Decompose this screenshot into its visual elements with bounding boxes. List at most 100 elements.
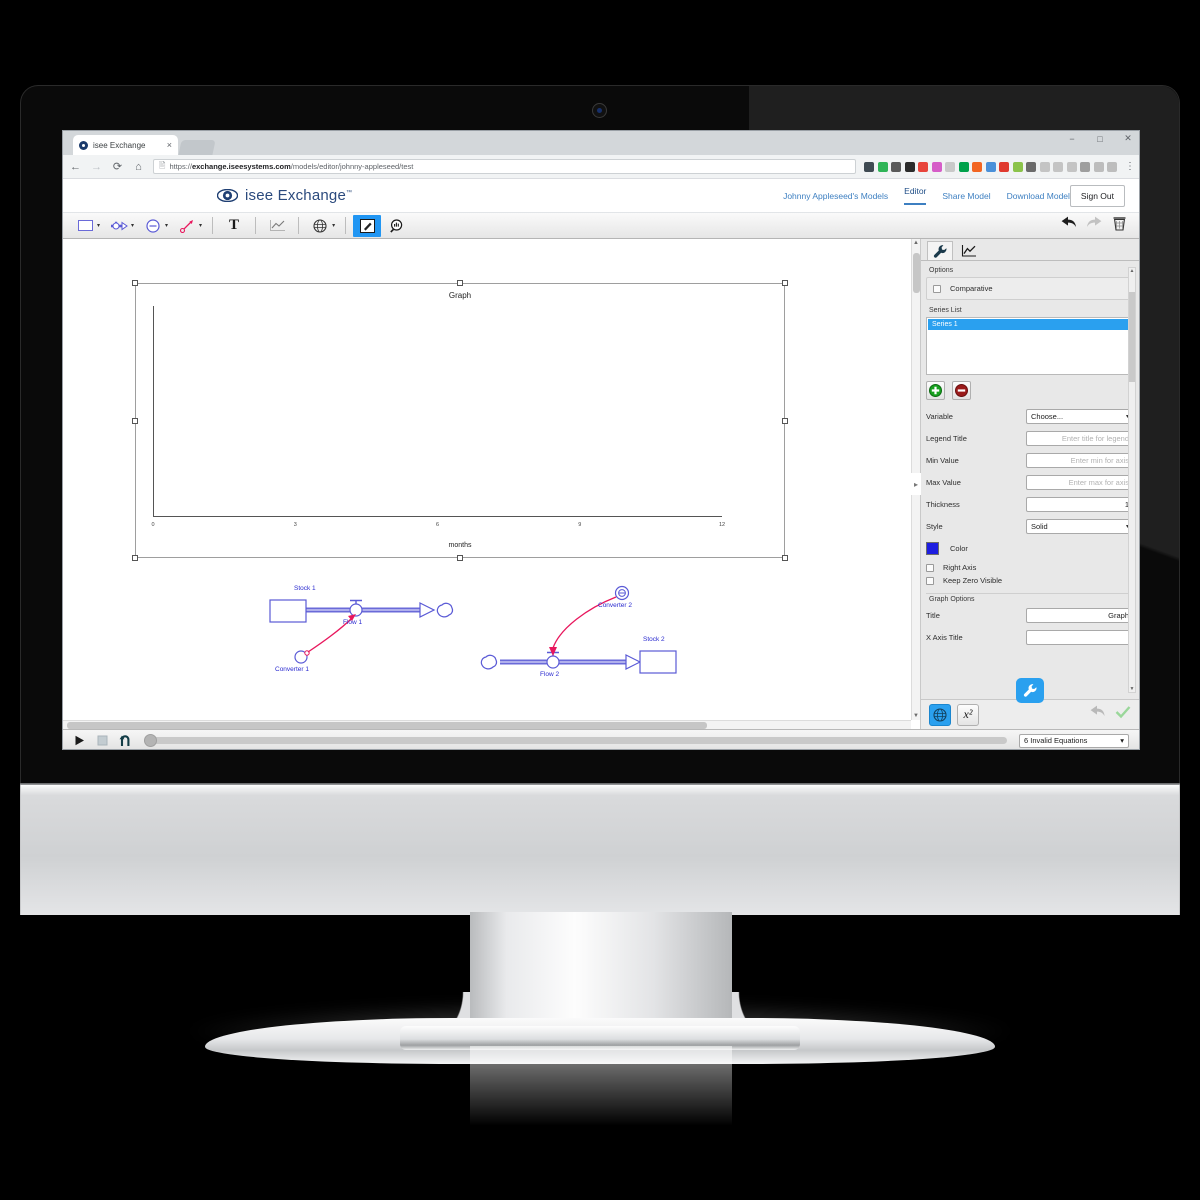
nav-link-share-model[interactable]: Share Model <box>942 191 990 201</box>
address-bar[interactable]: 🖹 https://exchange.iseesystems.com/model… <box>153 159 856 174</box>
confirm-check-icon[interactable] <box>1115 705 1131 724</box>
list-item[interactable]: Series 1 <box>928 319 1132 330</box>
stock-tool[interactable]: ▾ <box>71 215 103 237</box>
time-slider-knob[interactable] <box>144 734 157 747</box>
keep-zero-visible-checkbox[interactable] <box>926 576 934 585</box>
stock-flow-diagram[interactable]: Stock 1 Flow 1 Converter 1 Converter 2 F… <box>268 572 688 682</box>
resize-handle-nw[interactable] <box>132 280 138 286</box>
series-list[interactable]: Series 1 <box>926 317 1134 375</box>
link-extension[interactable] <box>1026 161 1036 172</box>
equation-button[interactable]: x² <box>957 703 979 726</box>
revert-icon[interactable] <box>1089 705 1105 724</box>
pin-extension[interactable] <box>891 161 901 172</box>
trash-icon[interactable] <box>1112 216 1127 236</box>
home-icon[interactable]: ⌂ <box>132 161 145 173</box>
back-icon[interactable]: ← <box>69 161 82 173</box>
reload-icon[interactable]: ⟳ <box>111 160 124 173</box>
min-value-input[interactable]: Enter min for axis <box>1026 453 1134 468</box>
resize-handle-w[interactable] <box>132 417 138 424</box>
converter-tool[interactable]: ▾ <box>139 215 171 237</box>
flow-tool[interactable]: ▾ <box>105 215 137 237</box>
gradient-extension[interactable] <box>931 161 942 172</box>
resize-handle-se[interactable] <box>782 555 788 561</box>
panel-wrench-fab[interactable] <box>1016 678 1044 703</box>
tab-graph[interactable] <box>956 241 982 260</box>
globe-tool[interactable]: ▾ <box>306 215 338 237</box>
undo-icon[interactable] <box>1060 216 1077 235</box>
chevron-down-icon[interactable]: ▾ <box>131 222 134 229</box>
comparative-checkbox[interactable] <box>933 284 941 293</box>
pause-icon[interactable] <box>96 734 109 747</box>
panel-scrollbar[interactable]: ▲ ▼ <box>1128 267 1136 693</box>
grey2-extension[interactable] <box>1039 161 1050 172</box>
new-tab-button[interactable] <box>178 140 216 155</box>
right-axis-row[interactable]: Right Axis <box>926 561 1134 574</box>
resize-handle-sw[interactable] <box>132 555 138 561</box>
series-color-swatch[interactable] <box>926 542 939 555</box>
chevron-down-icon[interactable]: ▾ <box>199 222 202 229</box>
thickness-input[interactable]: 1 <box>1026 497 1134 512</box>
time-slider[interactable] <box>144 734 1007 747</box>
office-extension[interactable] <box>999 161 1009 172</box>
green-circle-extension[interactable] <box>958 161 969 172</box>
run-icon[interactable] <box>73 734 86 747</box>
legend-title-input[interactable]: Enter title for legend <box>1026 431 1134 446</box>
scroll-down-icon[interactable]: ▼ <box>1129 686 1135 692</box>
status-select[interactable]: 6 Invalid Equations ▾ <box>1019 733 1129 748</box>
chart-extension[interactable] <box>972 161 982 172</box>
panel-resize-grip[interactable]: ▸ <box>911 473 921 495</box>
f-extension[interactable] <box>918 161 928 172</box>
color-row[interactable]: Color <box>926 539 1134 558</box>
bubble-extension[interactable] <box>877 161 888 172</box>
scrollbar-thumb[interactable] <box>67 722 707 729</box>
text-tool[interactable]: T <box>220 215 248 237</box>
model-canvas[interactable]: Graph 0 3 6 9 12 months Stock 1 Flow 1 C… <box>63 239 921 729</box>
resize-handle-s[interactable] <box>457 555 463 561</box>
sign-out-button[interactable]: Sign Out <box>1069 184 1125 207</box>
card-extension[interactable] <box>1093 161 1104 172</box>
function-extension[interactable] <box>904 161 915 172</box>
maximize-icon[interactable]: □ <box>1093 134 1107 144</box>
scroll-up-icon[interactable]: ▲ <box>1129 268 1135 274</box>
x-axis-title-input[interactable] <box>1026 630 1134 645</box>
browser-tab[interactable]: isee Exchange × <box>73 135 178 155</box>
close-icon[interactable]: × <box>167 140 172 150</box>
minimize-icon[interactable]: − <box>1065 134 1079 144</box>
right-axis-checkbox[interactable] <box>926 563 934 572</box>
zoom-tool[interactable] <box>383 215 411 237</box>
nav-link-download-model[interactable]: Download Model <box>1007 191 1070 201</box>
resize-handle-e[interactable] <box>782 417 788 424</box>
chevron-down-icon[interactable]: ▾ <box>97 222 100 229</box>
scrollbar-thumb[interactable] <box>913 253 920 293</box>
chevron-down-icon[interactable]: ▾ <box>165 222 168 229</box>
scroll-up-icon[interactable]: ▲ <box>913 240 919 246</box>
keep-zero-visible-row[interactable]: Keep Zero Visible <box>926 574 1134 587</box>
forward-icon[interactable]: → <box>90 161 103 173</box>
circle-extension[interactable] <box>1107 161 1117 172</box>
photo-extension[interactable] <box>985 161 996 172</box>
mail-extension[interactable] <box>864 161 874 172</box>
add-series-button[interactable] <box>926 381 945 400</box>
edit-tool[interactable] <box>353 214 382 237</box>
close-window-icon[interactable]: ✕ <box>1121 133 1135 144</box>
resize-handle-n[interactable] <box>457 280 463 286</box>
note-extension[interactable] <box>1012 161 1023 172</box>
graph-object[interactable]: Graph 0 3 6 9 12 months <box>132 280 788 561</box>
nav-link-editor[interactable]: Editor <box>904 186 927 205</box>
max-value-input[interactable]: Enter max for axis <box>1026 475 1134 490</box>
l-extension[interactable] <box>1066 161 1077 172</box>
grey3-extension[interactable] <box>1053 161 1063 172</box>
style-select[interactable]: Solid▾ <box>1026 519 1134 534</box>
graph-tool[interactable] <box>263 215 291 237</box>
scroll-down-icon[interactable]: ▼ <box>913 713 919 719</box>
connector-tool[interactable]: ▾ <box>173 215 205 237</box>
redo-icon[interactable] <box>1086 216 1103 235</box>
browser-menu-icon[interactable]: ⋮ <box>1125 161 1135 171</box>
nav-link-johnny-appleseed-s-models[interactable]: Johnny Appleseed's Models <box>783 191 888 201</box>
resize-handle-ne[interactable] <box>782 280 788 286</box>
remove-series-button[interactable] <box>952 381 971 400</box>
chevron-down-icon[interactable]: ▾ <box>332 222 335 229</box>
globe-button[interactable] <box>929 703 951 726</box>
comparative-row[interactable]: Comparative <box>933 282 1127 295</box>
grey-extension[interactable] <box>945 161 955 172</box>
